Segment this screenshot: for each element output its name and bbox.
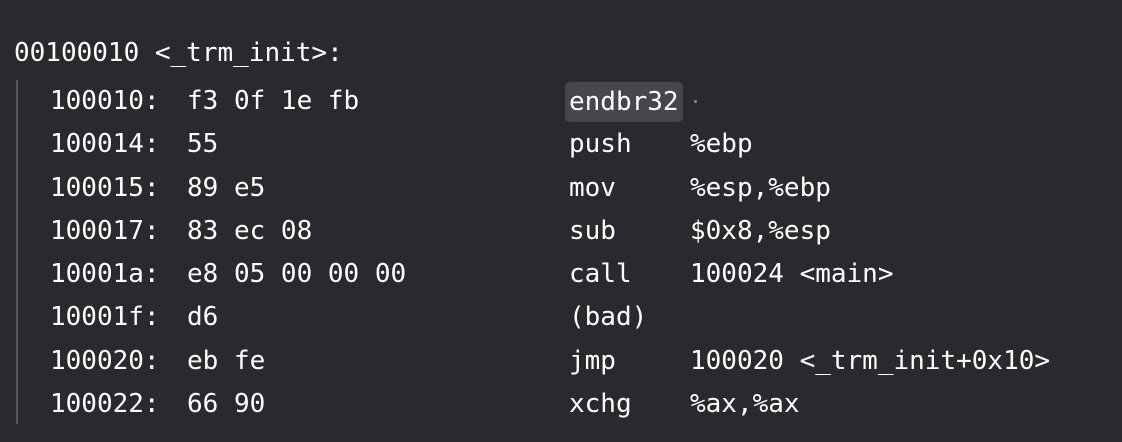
instruction-row[interactable]: 10001a: e8 05 00 00 00 call 100024 <main… — [0, 253, 1122, 296]
instruction-operands: 100020 <_trm_init+0x10> — [690, 345, 1051, 376]
disassembly-view: 00100010 <_trm_init>: 100010: f3 0f 1e f… — [0, 0, 1122, 442]
instruction-mnemonic: (bad) — [569, 302, 648, 333]
instruction-bytes: f3 0f 1e fb — [187, 86, 360, 116]
instruction-row[interactable]: 100014: 55 push %ebp — [0, 123, 1122, 166]
instruction-bytes: 66 90 — [187, 389, 266, 420]
instruction-row[interactable]: 10001f: d6 (bad) — [0, 296, 1122, 339]
function-header: 00100010 <_trm_init>: — [14, 38, 343, 68]
instruction-mnemonic-selected[interactable]: endbr32 — [565, 82, 683, 122]
instruction-bytes: e8 05 00 00 00 — [187, 259, 407, 290]
instruction-bytes: 89 e5 — [187, 172, 266, 203]
instruction-bytes: d6 — [187, 302, 219, 333]
instruction-mnemonic: sub — [569, 215, 616, 246]
instruction-operands: %ebp — [690, 129, 753, 160]
instruction-mnemonic: jmp — [569, 345, 616, 376]
instruction-list: 100010: f3 0f 1e fb endbr32 100014: 55 p… — [0, 80, 1122, 426]
instruction-bytes: 55 — [187, 129, 219, 160]
instruction-mnemonic: mov — [569, 172, 616, 203]
instruction-address: 10001a: — [50, 259, 160, 290]
instruction-row[interactable]: 100010: f3 0f 1e fb endbr32 — [0, 80, 1122, 123]
instruction-row[interactable]: 100020: eb fe jmp 100020 <_trm_init+0x10… — [0, 340, 1122, 383]
instruction-address: 100017: — [50, 215, 160, 246]
instruction-address: 100022: — [50, 389, 160, 420]
instruction-operands: %ax,%ax — [690, 389, 800, 420]
instruction-bytes: eb fe — [187, 345, 266, 376]
instruction-address: 100020: — [50, 345, 160, 376]
instruction-mnemonic: call — [569, 259, 632, 290]
instruction-address: 10001f: — [50, 302, 160, 333]
instruction-bytes: 83 ec 08 — [187, 215, 313, 246]
instruction-row[interactable]: 100022: 66 90 xchg %ax,%ax — [0, 383, 1122, 426]
instruction-operands: $0x8,%esp — [690, 215, 831, 246]
instruction-mnemonic: xchg — [569, 389, 632, 420]
instruction-operands: 100024 <main> — [690, 259, 894, 290]
instruction-operands: %esp,%ebp — [690, 172, 831, 203]
instruction-address: 100010: — [50, 86, 160, 116]
instruction-address: 100015: — [50, 172, 160, 203]
cursor-marker — [694, 100, 697, 103]
instruction-row[interactable]: 100017: 83 ec 08 sub $0x8,%esp — [0, 210, 1122, 253]
instruction-row[interactable]: 100015: 89 e5 mov %esp,%ebp — [0, 167, 1122, 210]
instruction-address: 100014: — [50, 129, 160, 160]
instruction-mnemonic: push — [569, 129, 632, 160]
